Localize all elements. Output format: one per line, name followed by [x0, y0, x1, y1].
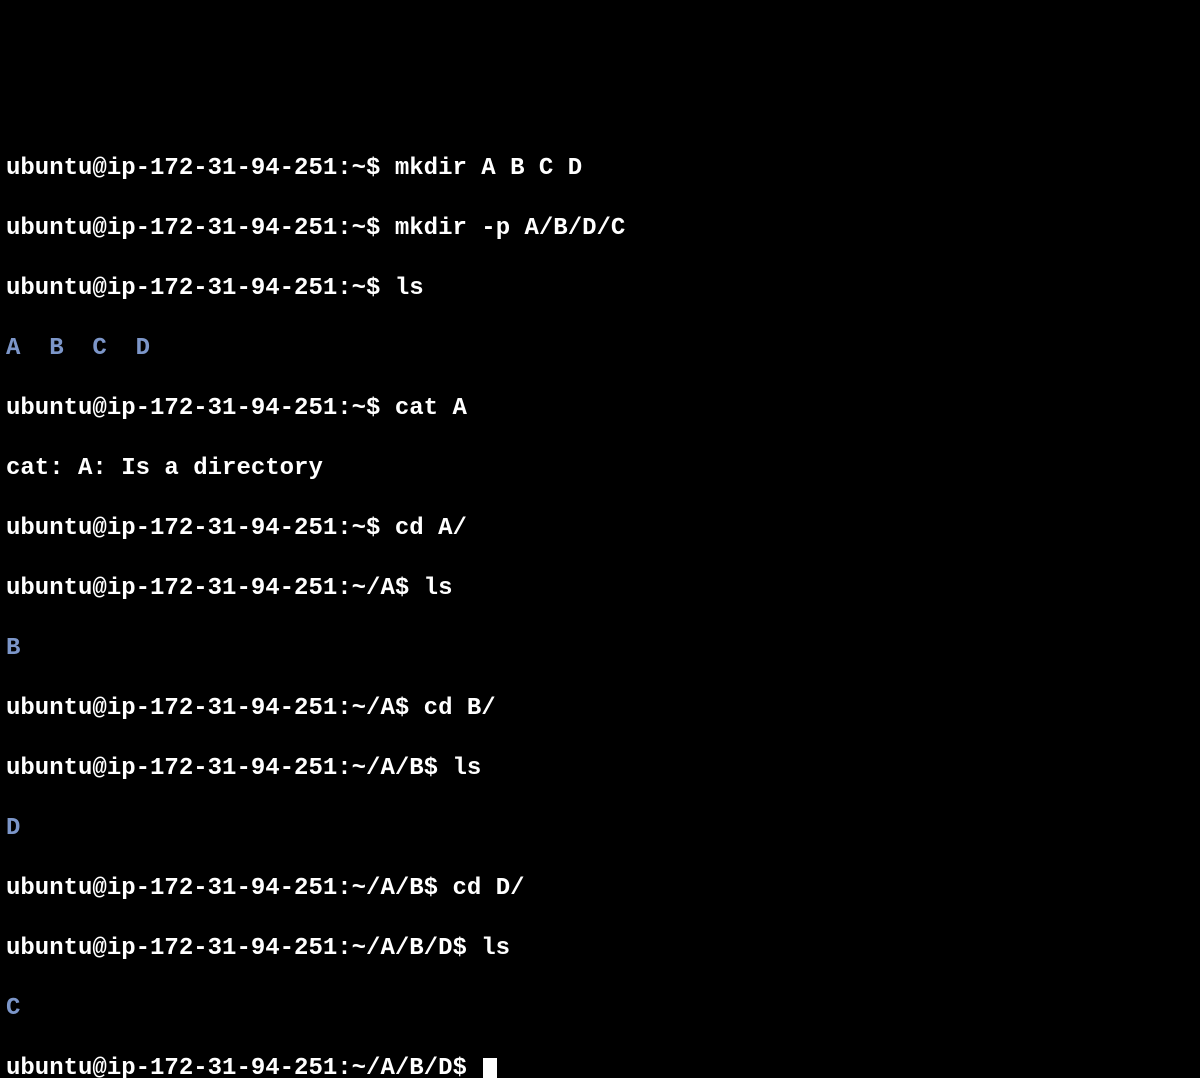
shell-prompt: ubuntu@ip-172-31-94-251:~/A/B/D$ [6, 935, 481, 962]
shell-prompt: ubuntu@ip-172-31-94-251:~/A$ [6, 695, 424, 722]
shell-prompt: ubuntu@ip-172-31-94-251:~$ [6, 275, 395, 302]
shell-command: ls [452, 755, 481, 782]
terminal-line: ubuntu@ip-172-31-94-251:~$ ls [6, 274, 1194, 304]
terminal-line: B [6, 634, 1194, 664]
shell-prompt: ubuntu@ip-172-31-94-251:~$ [6, 515, 395, 542]
terminal-line: ubuntu@ip-172-31-94-251:~$ mkdir -p A/B/… [6, 214, 1194, 244]
directory-listing: B [6, 635, 20, 662]
directory-listing: C [6, 995, 20, 1022]
shell-output: cat: A: Is a directory [6, 455, 323, 482]
shell-prompt: ubuntu@ip-172-31-94-251:~$ [6, 155, 395, 182]
terminal-line: D [6, 814, 1194, 844]
shell-command: cat A [395, 395, 467, 422]
shell-prompt: ubuntu@ip-172-31-94-251:~/A$ [6, 575, 424, 602]
terminal-line: ubuntu@ip-172-31-94-251:~/A/B$ cd D/ [6, 874, 1194, 904]
terminal-line: ubuntu@ip-172-31-94-251:~$ cat A [6, 394, 1194, 424]
shell-command: cd A/ [395, 515, 467, 542]
terminal-line: ubuntu@ip-172-31-94-251:~/A$ cd B/ [6, 694, 1194, 724]
shell-command: ls [395, 275, 424, 302]
terminal-line: ubuntu@ip-172-31-94-251:~/A/B$ ls [6, 754, 1194, 784]
terminal-line: A B C D [6, 334, 1194, 364]
shell-prompt: ubuntu@ip-172-31-94-251:~/A/B$ [6, 755, 452, 782]
terminal-line: cat: A: Is a directory [6, 454, 1194, 484]
shell-prompt: ubuntu@ip-172-31-94-251:~$ [6, 395, 395, 422]
terminal-line: ubuntu@ip-172-31-94-251:~/A/B/D$ [6, 1054, 1194, 1078]
directory-listing: D [6, 815, 20, 842]
shell-command: ls [424, 575, 453, 602]
shell-prompt: ubuntu@ip-172-31-94-251:~/A/B/D$ [6, 1055, 481, 1078]
directory-listing: A B C D [6, 335, 150, 362]
shell-prompt: ubuntu@ip-172-31-94-251:~$ [6, 215, 395, 242]
terminal-line: ubuntu@ip-172-31-94-251:~/A/B/D$ ls [6, 934, 1194, 964]
shell-command: cd B/ [424, 695, 496, 722]
terminal-line: ubuntu@ip-172-31-94-251:~/A$ ls [6, 574, 1194, 604]
shell-command: mkdir -p A/B/D/C [395, 215, 625, 242]
shell-command: mkdir A B C D [395, 155, 582, 182]
terminal-line: ubuntu@ip-172-31-94-251:~$ mkdir A B C D [6, 154, 1194, 184]
shell-command: cd D/ [452, 875, 524, 902]
terminal[interactable]: ubuntu@ip-172-31-94-251:~$ mkdir A B C D… [6, 124, 1194, 1078]
terminal-line: ubuntu@ip-172-31-94-251:~$ cd A/ [6, 514, 1194, 544]
shell-command: ls [481, 935, 510, 962]
shell-prompt: ubuntu@ip-172-31-94-251:~/A/B$ [6, 875, 452, 902]
terminal-line: C [6, 994, 1194, 1024]
cursor-icon [483, 1058, 497, 1078]
